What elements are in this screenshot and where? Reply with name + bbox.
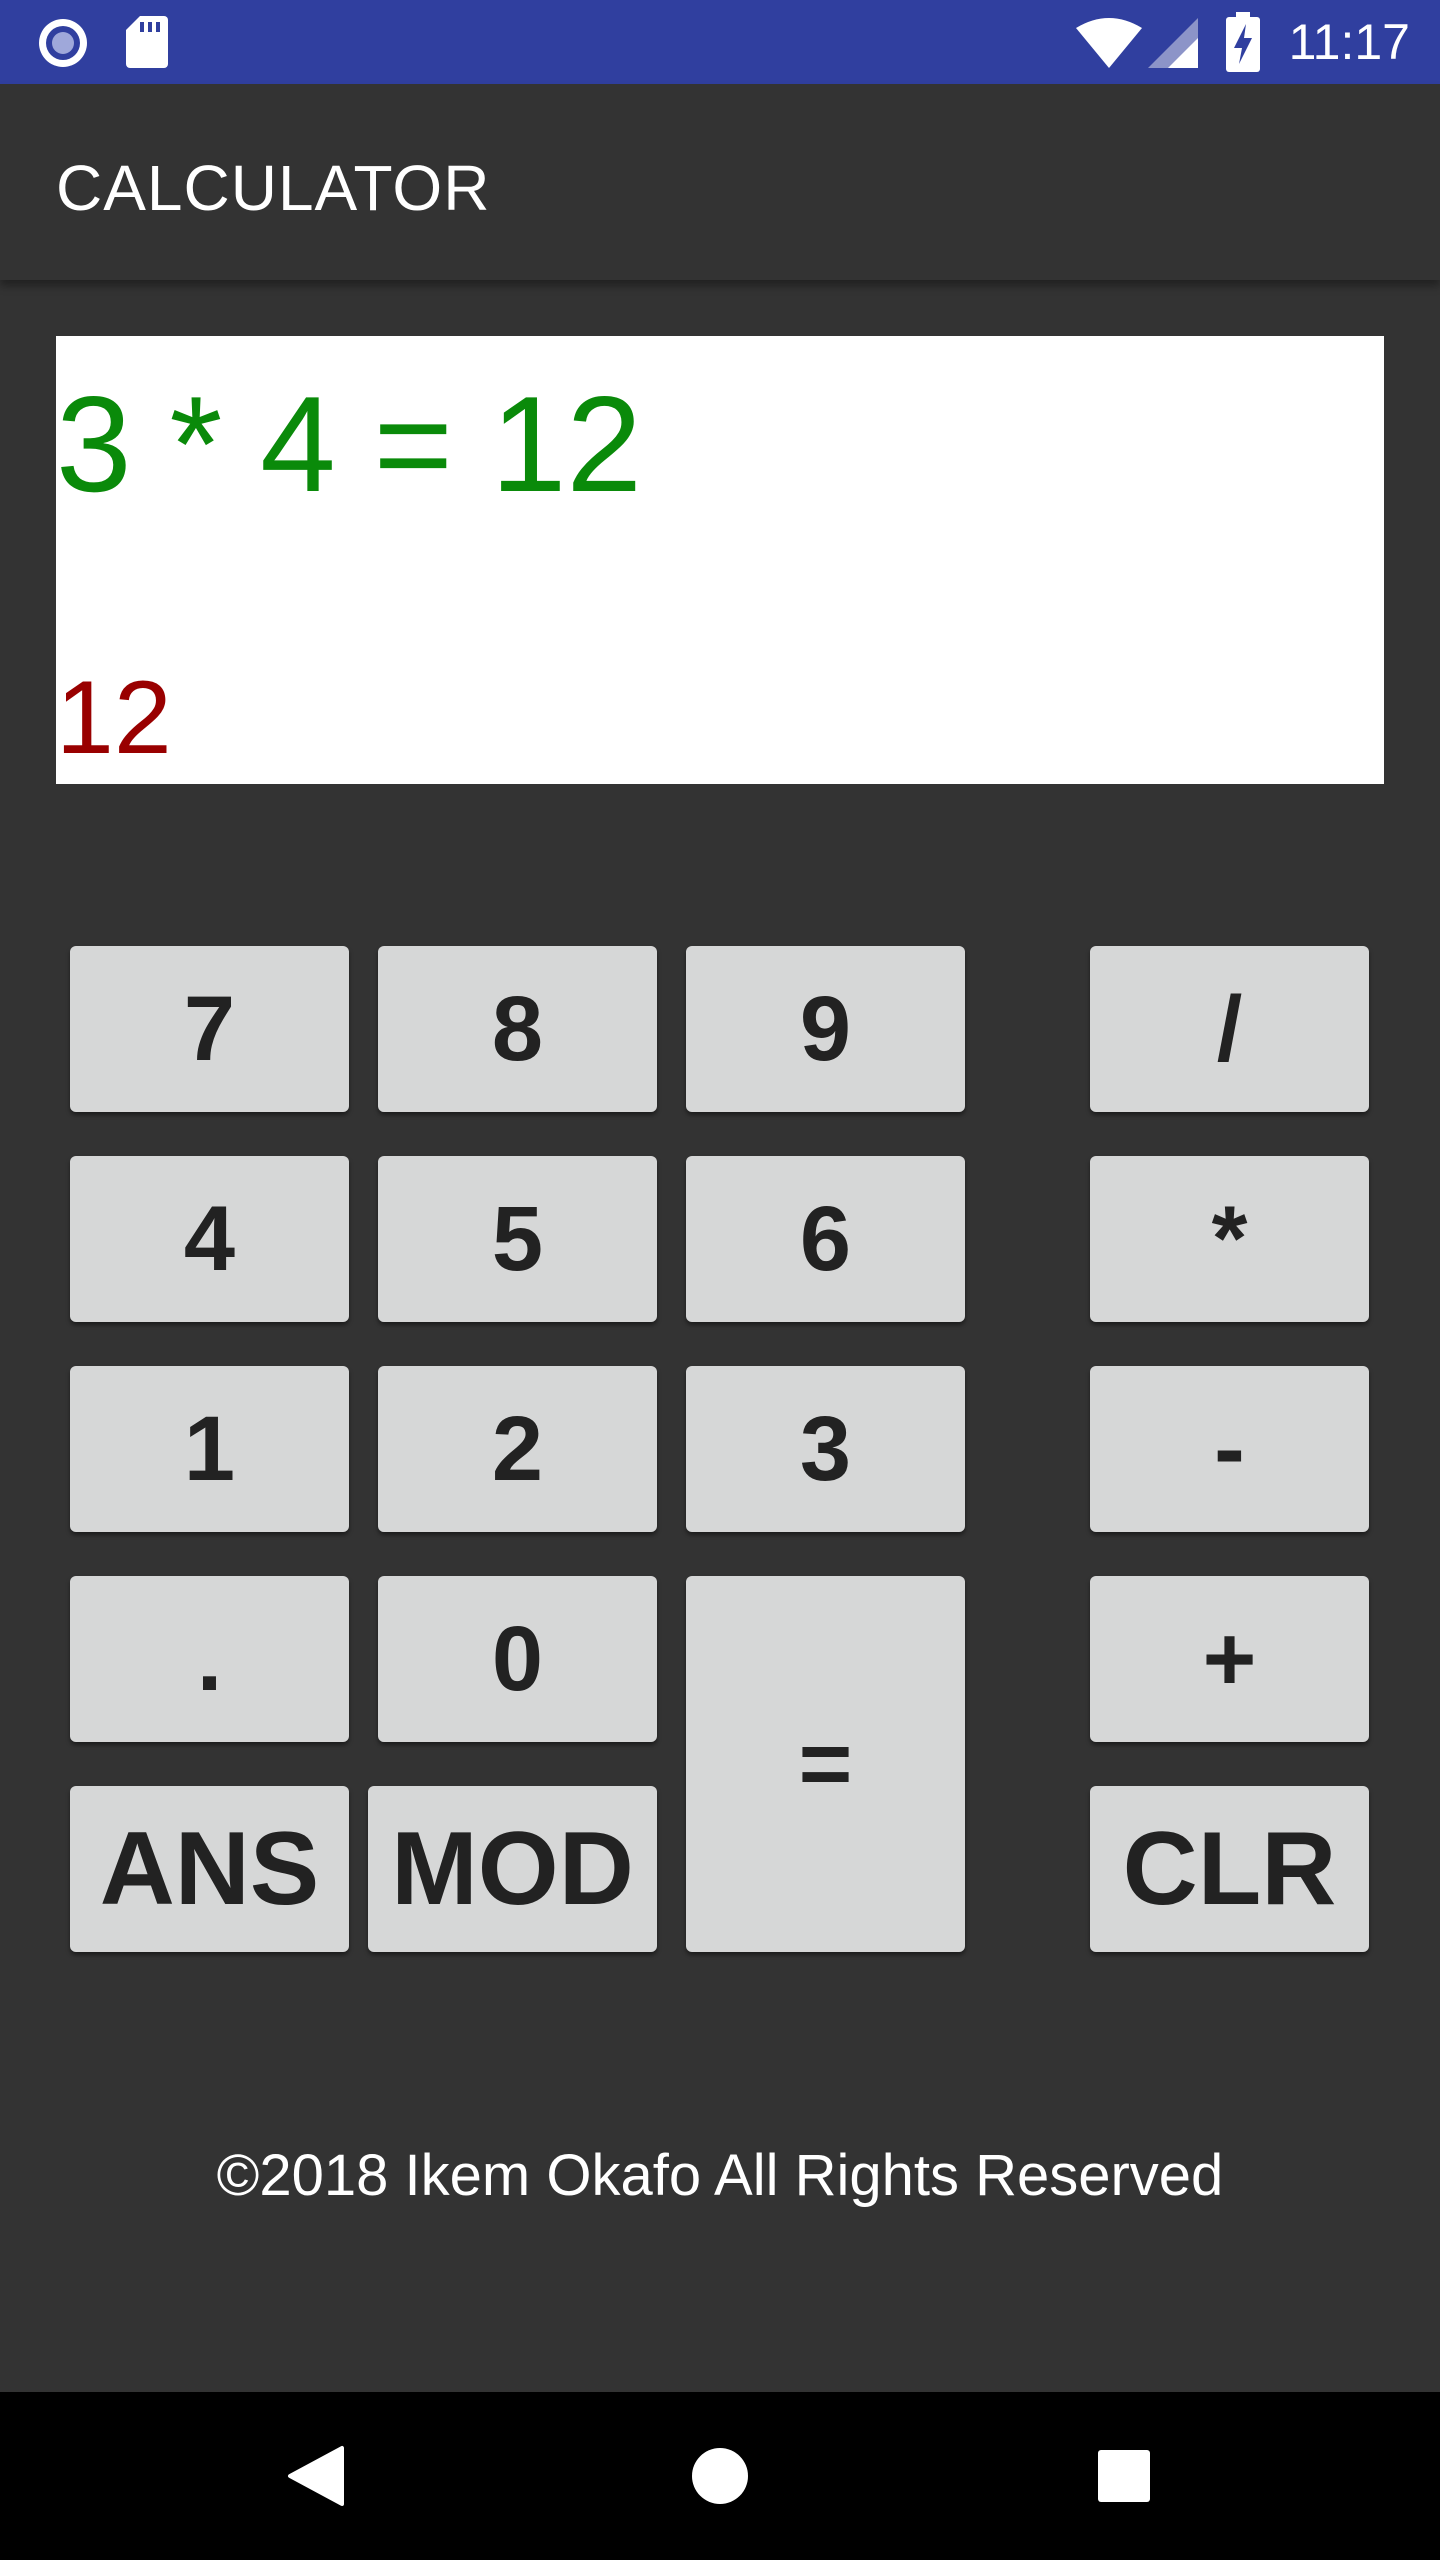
key-label: * <box>1211 1187 1248 1290</box>
sd-card-icon <box>126 16 168 68</box>
calculator-display: 3 * 4 = 12 12 <box>56 336 1384 784</box>
key-label: 8 <box>491 977 544 1080</box>
key-label: ANS <box>99 1810 320 1927</box>
battery-charging-icon <box>1226 12 1260 72</box>
key-label: 3 <box>799 1397 852 1500</box>
key-label: 9 <box>799 977 852 1080</box>
key-label: MOD <box>391 1810 634 1927</box>
wifi-icon <box>1076 18 1142 68</box>
key-0[interactable]: 0 <box>378 1576 657 1742</box>
key-label: 6 <box>799 1187 852 1290</box>
copyright-footer: ©2018 Ikem Okafo All Rights Reserved <box>216 2143 1224 2208</box>
key-label: 0 <box>491 1607 544 1710</box>
back-button[interactable] <box>272 2432 360 2520</box>
key-label: - <box>1214 1397 1245 1500</box>
key-mod[interactable]: MOD <box>368 1786 657 1952</box>
home-icon <box>692 2448 748 2504</box>
cell-signal-icon <box>1148 18 1198 68</box>
key-2[interactable]: 2 <box>378 1366 657 1532</box>
key-7[interactable]: 7 <box>70 946 349 1112</box>
status-bar: 11:17 <box>0 0 1440 84</box>
key-label: = <box>798 1712 853 1815</box>
key-3[interactable]: 3 <box>686 1366 965 1532</box>
key-subtract[interactable]: - <box>1090 1366 1369 1532</box>
key-6[interactable]: 6 <box>686 1156 965 1322</box>
key-label: 5 <box>491 1187 544 1290</box>
key-label: 2 <box>491 1397 544 1500</box>
key-label: CLR <box>1122 1810 1337 1927</box>
key-4[interactable]: 4 <box>70 1156 349 1322</box>
key-equals[interactable]: = <box>686 1576 965 1952</box>
answer-text: 12 <box>56 660 172 776</box>
key-multiply[interactable]: * <box>1090 1156 1369 1322</box>
key-add[interactable]: + <box>1090 1576 1369 1742</box>
key-label: 4 <box>183 1187 236 1290</box>
key-1[interactable]: 1 <box>70 1366 349 1532</box>
expression-text: 3 * 4 = 12 <box>56 368 643 520</box>
home-button[interactable] <box>676 2432 764 2520</box>
back-icon <box>288 2446 344 2506</box>
key-5[interactable]: 5 <box>378 1156 657 1322</box>
recents-icon <box>1098 2450 1150 2502</box>
key-ans[interactable]: ANS <box>70 1786 349 1952</box>
key-decimal[interactable]: . <box>70 1576 349 1742</box>
app-title: CALCULATOR <box>56 152 491 224</box>
app-bar: CALCULATOR <box>0 84 1440 280</box>
key-8[interactable]: 8 <box>378 946 657 1112</box>
status-time: 11:17 <box>1288 14 1410 70</box>
key-label: . <box>196 1607 223 1710</box>
key-label: / <box>1216 977 1243 1080</box>
navigation-bar <box>0 2392 1440 2560</box>
key-divide[interactable]: / <box>1090 946 1369 1112</box>
key-label: + <box>1202 1607 1257 1710</box>
key-clear[interactable]: CLR <box>1090 1786 1369 1952</box>
key-label: 7 <box>183 977 236 1080</box>
notification-icon <box>39 19 87 67</box>
recents-button[interactable] <box>1080 2432 1168 2520</box>
key-label: 1 <box>183 1397 236 1500</box>
key-9[interactable]: 9 <box>686 946 965 1112</box>
